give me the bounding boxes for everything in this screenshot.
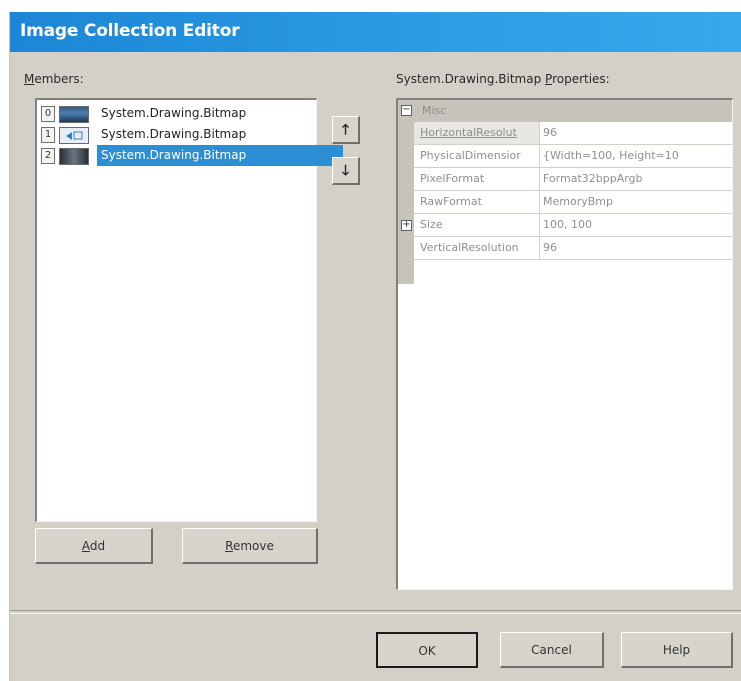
move-down-button[interactable]: 🡓 xyxy=(332,157,360,185)
image-collection-editor-dialog: Image Collection Editor Members: 0 Syste… xyxy=(9,12,741,681)
cancel-button[interactable]: Cancel xyxy=(500,632,604,668)
bitmap-thumbnail-icon xyxy=(59,148,89,165)
collapse-icon[interactable]: − xyxy=(401,105,412,116)
member-label: System.Drawing.Bitmap xyxy=(101,148,247,162)
down-arrow-icon: 🡓 xyxy=(341,163,350,179)
property-row-size[interactable]: + Size 100, 100 xyxy=(401,214,732,237)
bitmap-thumbnail-icon xyxy=(59,106,89,123)
property-name: PhysicalDimensior xyxy=(414,145,540,167)
window-title: Image Collection Editor xyxy=(20,21,240,41)
member-label: System.Drawing.Bitmap xyxy=(101,127,247,141)
property-value[interactable]: 96 xyxy=(543,237,732,259)
title-bar[interactable]: Image Collection Editor xyxy=(10,12,741,52)
members-label: Members: xyxy=(24,72,84,86)
category-label: Misc xyxy=(422,104,447,117)
member-item-1[interactable]: 1 System.Drawing.Bitmap xyxy=(39,124,315,145)
members-list[interactable]: 0 System.Drawing.Bitmap 1 System.Drawing… xyxy=(35,98,343,522)
property-value[interactable]: {Width=100, Height=10 xyxy=(543,145,732,167)
add-button[interactable]: Add xyxy=(35,528,153,564)
member-index: 0 xyxy=(41,106,55,122)
remove-button[interactable]: Remove xyxy=(182,528,318,564)
property-value[interactable]: 100, 100 xyxy=(543,214,732,236)
up-arrow-icon: 🡑 xyxy=(341,122,350,138)
property-grid-gutter xyxy=(398,100,414,284)
help-button[interactable]: Help xyxy=(621,632,733,668)
property-value[interactable]: 96 xyxy=(543,122,732,144)
member-label: System.Drawing.Bitmap xyxy=(101,106,247,120)
property-row-vertical-resolution[interactable]: VerticalResolution 96 xyxy=(414,237,732,260)
properties-label: System.Drawing.Bitmap Properties: xyxy=(396,72,610,86)
property-row-pixel-format[interactable]: PixelFormat Format32bppArgb xyxy=(414,168,732,191)
property-name: PixelFormat xyxy=(414,168,540,190)
property-name: Size xyxy=(414,214,540,236)
property-value[interactable]: Format32bppArgb xyxy=(543,168,732,190)
category-row-misc[interactable]: − Misc xyxy=(398,100,732,122)
property-name: RawFormat xyxy=(414,191,540,213)
move-up-button[interactable]: 🡑 xyxy=(332,116,360,144)
property-name: HorizontalResolut xyxy=(414,122,540,144)
property-row-raw-format[interactable]: RawFormat MemoryBmp xyxy=(414,191,732,214)
property-row-physical-dimension[interactable]: PhysicalDimensior {Width=100, Height=10 xyxy=(414,145,732,168)
member-item-2[interactable]: 2 System.Drawing.Bitmap xyxy=(39,145,343,166)
expand-icon[interactable]: + xyxy=(401,220,412,231)
property-value[interactable]: MemoryBmp xyxy=(543,191,732,213)
ok-button[interactable]: OK xyxy=(376,632,478,668)
member-index: 2 xyxy=(41,148,55,164)
footer-divider xyxy=(10,610,741,614)
property-row-horizontal-resolution[interactable]: HorizontalResolut 96 xyxy=(414,122,732,145)
bitmap-thumbnail-icon xyxy=(59,127,89,144)
member-item-0[interactable]: 0 System.Drawing.Bitmap xyxy=(39,103,315,124)
property-grid[interactable]: − Misc HorizontalResolut 96 PhysicalDime… xyxy=(396,98,733,590)
property-name: VerticalResolution xyxy=(414,237,540,259)
member-index: 1 xyxy=(41,127,55,143)
